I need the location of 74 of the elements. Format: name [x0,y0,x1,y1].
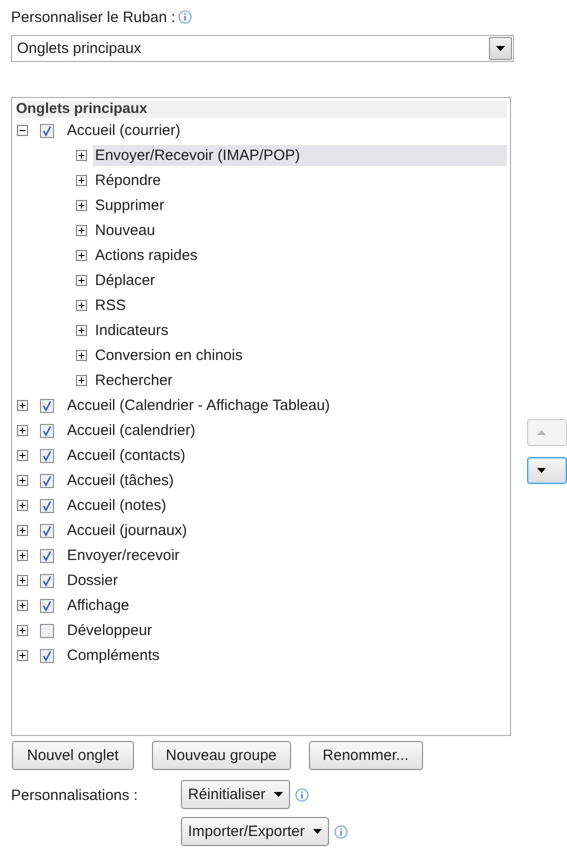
tree-item[interactable]: Envoyer/Recevoir (IMAP/POP) [93,145,507,166]
menu-button[interactable]: Importer/Exporter [181,817,329,846]
checkbox[interactable] [40,624,54,638]
tree-item[interactable]: Déplacer [93,270,507,291]
move-down-button[interactable] [527,457,567,484]
checkbox[interactable] [40,524,54,538]
dropdown-arrow-icon [274,792,283,797]
expand-icon[interactable] [17,475,28,486]
expand-icon[interactable] [17,500,28,511]
tree-heading: Onglets principaux [16,101,507,118]
checkbox[interactable] [40,648,54,662]
checkbox[interactable] [40,448,54,462]
checkbox[interactable] [40,424,54,438]
ribbon-label: Personnaliser le Ruban : [11,8,176,26]
tree-item[interactable]: Développeur [65,620,154,641]
ribbon-dropdown[interactable]: Onglets principaux [11,35,514,62]
expand-icon[interactable] [17,575,28,586]
customizations-label: Personnalisations : [11,786,139,806]
expand-icon[interactable] [17,550,28,561]
expand-icon[interactable] [76,250,87,261]
action-button[interactable]: Nouveau groupe [152,741,291,770]
expand-icon[interactable] [76,325,87,336]
tree-item[interactable]: Accueil (journaux) [65,520,190,541]
expand-icon[interactable] [76,200,87,211]
checkbox[interactable] [40,474,54,488]
tree-item[interactable]: Conversion en chinois [93,345,507,366]
tree-item[interactable]: RSS [93,295,507,316]
tree-item[interactable]: Indicateurs [93,320,507,341]
expand-icon[interactable] [76,275,87,286]
action-button[interactable]: Nouvel onglet [12,741,134,770]
action-button[interactable]: Renommer... [308,741,423,770]
tree-item[interactable]: Accueil (notes) [65,495,168,516]
expand-icon[interactable] [17,450,28,461]
tree-item[interactable]: Accueil (courrier) [65,120,182,141]
expand-icon[interactable] [76,350,87,361]
collapse-icon[interactable] [17,125,28,136]
info-icon[interactable] [294,788,309,802]
expand-icon[interactable] [17,400,28,411]
tree-item[interactable]: Rechercher [93,370,507,391]
dropdown-arrow-icon [312,829,322,834]
expand-icon[interactable] [17,650,28,661]
tree-item[interactable]: Actions rapides [93,245,507,266]
tree-item[interactable]: Accueil (contacts) [65,445,188,466]
checkbox[interactable] [40,574,54,588]
expand-icon[interactable] [17,425,28,436]
checkbox[interactable] [40,498,54,512]
tree-item[interactable]: Supprimer [93,195,507,216]
expand-icon[interactable] [76,150,87,161]
tree-item[interactable]: Affichage [65,595,132,616]
checkbox[interactable] [40,548,54,562]
expand-icon[interactable] [17,525,28,536]
info-icon[interactable] [178,10,192,24]
tree-item[interactable]: Accueil (tâches) [65,470,176,491]
tree-item[interactable]: Accueil (calendrier) [65,420,198,441]
tree-item[interactable]: Répondre [93,170,507,191]
expand-icon[interactable] [76,225,87,236]
expand-icon[interactable] [76,175,87,186]
dropdown-arrow-icon [496,46,505,51]
menu-button[interactable]: Réinitialiser [181,780,290,809]
checkbox[interactable] [40,398,54,412]
tree-item[interactable]: Compléments [65,645,162,666]
checkbox[interactable] [40,598,54,612]
expand-icon[interactable] [76,375,87,386]
up-arrow-icon [536,430,546,435]
expand-icon[interactable] [17,625,28,636]
tree-item[interactable]: Envoyer/recevoir [65,545,182,566]
checkbox[interactable] [40,124,54,138]
tree-item[interactable]: Accueil (Calendrier - Affichage Tableau) [65,395,332,416]
info-icon[interactable] [334,824,348,838]
down-arrow-icon [536,468,546,473]
tree-item[interactable]: Nouveau [93,220,507,241]
tree-item[interactable]: Dossier [65,570,120,591]
expand-icon[interactable] [76,300,87,311]
expand-icon[interactable] [17,600,28,611]
